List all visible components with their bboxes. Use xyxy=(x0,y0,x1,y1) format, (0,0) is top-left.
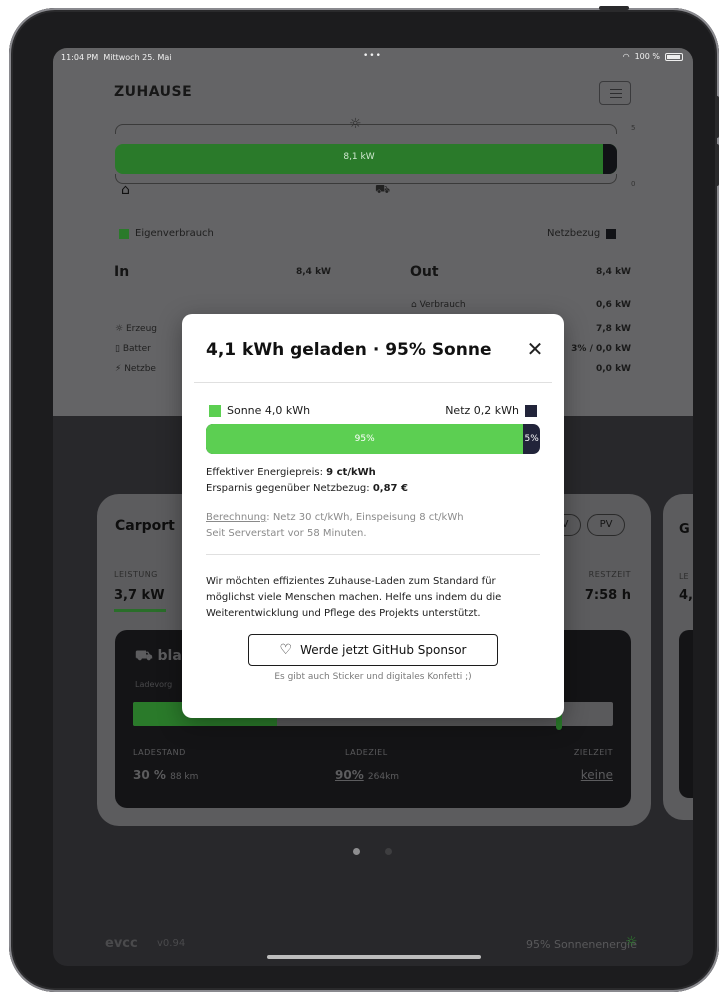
out-title: Out xyxy=(410,264,439,280)
out-row-battery-value: 3% / 0,0 kW xyxy=(571,344,631,354)
status-date: Mittwoch 25. Mai xyxy=(103,52,172,62)
loadpoint-card-next[interactable]: G LE 4, xyxy=(663,494,693,820)
side-label-bottom: 0 xyxy=(631,180,636,188)
legend-self-consumption: Eigenverbrauch xyxy=(119,228,214,239)
target-caption: LADEZIEL xyxy=(345,748,388,757)
out-row-consumption-value: 0,6 kW xyxy=(596,300,631,310)
in-row-grid: ⚡ Netzbe xyxy=(115,364,156,374)
close-icon[interactable]: ✕ xyxy=(524,338,546,360)
version-label[interactable]: v0.94 xyxy=(157,938,185,949)
pager-dot[interactable] xyxy=(385,848,392,855)
pager-dot-active[interactable] xyxy=(353,848,360,855)
remaining-caption: RESTZEIT xyxy=(588,570,631,579)
github-sponsor-button[interactable]: ♡ Werde jetzt GitHub Sponsor xyxy=(248,634,498,666)
volume-up-button xyxy=(715,96,719,138)
out-row-consumption: ⌂ Verbrauch xyxy=(411,300,466,310)
legend-self-consumption-label: Eigenverbrauch xyxy=(135,228,214,239)
home-icon: ⌂ xyxy=(121,182,130,198)
calculation-line: Berechnung: Netz 30 ct/kWh, Einspeisung … xyxy=(206,512,464,523)
soc-caption: LADESTAND xyxy=(133,748,186,757)
legend-sun-label: Sonne 4,0 kWh xyxy=(227,404,311,417)
energyflow-bar: 8,1 kW xyxy=(115,144,617,174)
price-line: Effektiver Energiepreis: 9 ct/kWh xyxy=(206,467,376,478)
energy-source-bar: 95% 5% xyxy=(206,424,540,454)
power-pole-icon: ⚡ xyxy=(115,364,125,374)
since-line: Seit Serverstart vor 58 Minuten. xyxy=(206,528,367,539)
soc-value: 30 % 88 km xyxy=(133,768,199,782)
calculation-link[interactable]: Berechnung xyxy=(206,512,266,523)
legend-green-square xyxy=(119,228,129,239)
sticker-hint: Es gibt auch Sticker und digitales Konfe… xyxy=(274,672,472,682)
in-row-production: ☼ Erzeug xyxy=(115,324,158,334)
flow-bracket-top xyxy=(115,124,617,134)
sun-icon: ☼ xyxy=(625,934,638,950)
energyflow-grid-segment xyxy=(603,144,617,174)
screen: 11:04 PM Mittwoch 25. Mai ••• ◠ 100 % ZU… xyxy=(53,48,693,966)
status-bar: 11:04 PM Mittwoch 25. Mai ••• ◠ 100 % xyxy=(53,48,693,66)
session-info-modal: 4,1 kWh geladen · 95% Sonne ✕ Sonne 4,0 … xyxy=(182,314,564,718)
next-card-vehicle xyxy=(679,630,693,798)
grid-share-segment: 5% xyxy=(524,434,539,444)
legend-dark-square xyxy=(606,228,617,239)
solar-share-link[interactable]: 95% Sonnenenergie xyxy=(526,938,637,951)
legend-grid-label: Netzbezug xyxy=(547,228,601,239)
home-icon: ⌂ xyxy=(411,300,420,310)
power-caption: LEISTUNG xyxy=(114,570,158,579)
evcc-logo[interactable]: evcc xyxy=(105,936,138,951)
status-time: 11:04 PM xyxy=(61,52,99,62)
tablet-frame: 11:04 PM Mittwoch 25. Mai ••• ◠ 100 % ZU… xyxy=(9,6,719,992)
next-card-value: 4, xyxy=(679,588,693,603)
legend-grid-label: Netz 0,2 kWh xyxy=(445,404,519,417)
in-title: In xyxy=(114,264,130,280)
power-value: 3,7 kW xyxy=(114,588,165,603)
in-row-battery: ▯ Batter xyxy=(115,344,151,354)
page-title: ZUHAUSE xyxy=(114,84,193,100)
legend-grid: Netz 0,2 kWh xyxy=(445,404,537,417)
savings-line: Ersparnis gegenüber Netzbezug: 0,87 € xyxy=(206,483,408,494)
menu-button[interactable] xyxy=(599,81,631,105)
heart-icon: ♡ xyxy=(279,642,293,658)
next-card-caption: LE xyxy=(679,572,689,581)
github-sponsor-label: Werde jetzt GitHub Sponsor xyxy=(300,643,467,657)
sun-icon: ☼ xyxy=(115,324,126,334)
power-underline xyxy=(114,609,166,612)
target-value[interactable]: 90% 264km xyxy=(335,768,399,782)
modal-divider xyxy=(194,382,552,383)
loadpoint-title: Carport xyxy=(115,518,175,534)
vehicle-name-text: bla xyxy=(157,648,182,664)
power-button xyxy=(599,6,629,10)
modal-divider-2 xyxy=(206,554,540,555)
home-indicator[interactable] xyxy=(267,955,481,959)
out-total: 8,4 kW xyxy=(596,267,631,277)
out-row-charging-value: 7,8 kW xyxy=(596,324,631,334)
legend-sun-square xyxy=(209,404,221,417)
flow-bracket-bottom xyxy=(115,174,617,184)
target-time-caption: ZIELZEIT xyxy=(573,748,613,757)
battery-percent: 100 % xyxy=(634,52,660,61)
car-icon: ⛟ xyxy=(135,648,158,664)
remaining-value: 7:58 h xyxy=(584,588,631,603)
wifi-icon: ◠ xyxy=(622,52,630,61)
next-card-title: G xyxy=(679,522,690,537)
vehicle-name[interactable]: ⛟ bla xyxy=(135,648,182,666)
volume-down-button xyxy=(715,144,719,186)
sun-icon: ☼ xyxy=(349,116,362,132)
sun-share-segment: 95% xyxy=(206,424,524,454)
battery-icon: ▯ xyxy=(115,344,123,354)
sponsor-paragraph: Wir möchten effizientes Zuhause-Laden zu… xyxy=(206,576,502,619)
vehicle-status: Ladevorg xyxy=(135,680,173,689)
in-total: 8,4 kW xyxy=(296,267,331,277)
out-row-export-value: 0,0 kW xyxy=(596,364,631,374)
target-time-value[interactable]: keine xyxy=(581,768,613,782)
legend-sun: Sonne 4,0 kWh xyxy=(209,404,310,417)
side-label-top: 5 xyxy=(631,124,636,132)
legend-grid: Netzbezug xyxy=(547,228,617,239)
mode-button-pv-2[interactable]: PV xyxy=(587,514,625,536)
legend-grid-square xyxy=(525,404,537,417)
battery-icon xyxy=(665,52,683,61)
multitask-dots-icon: ••• xyxy=(363,51,382,61)
car-icon: ⛟ xyxy=(375,182,391,196)
energyflow-bar-label: 8,1 kW xyxy=(343,152,375,162)
modal-title: 4,1 kWh geladen · 95% Sonne xyxy=(206,340,492,360)
